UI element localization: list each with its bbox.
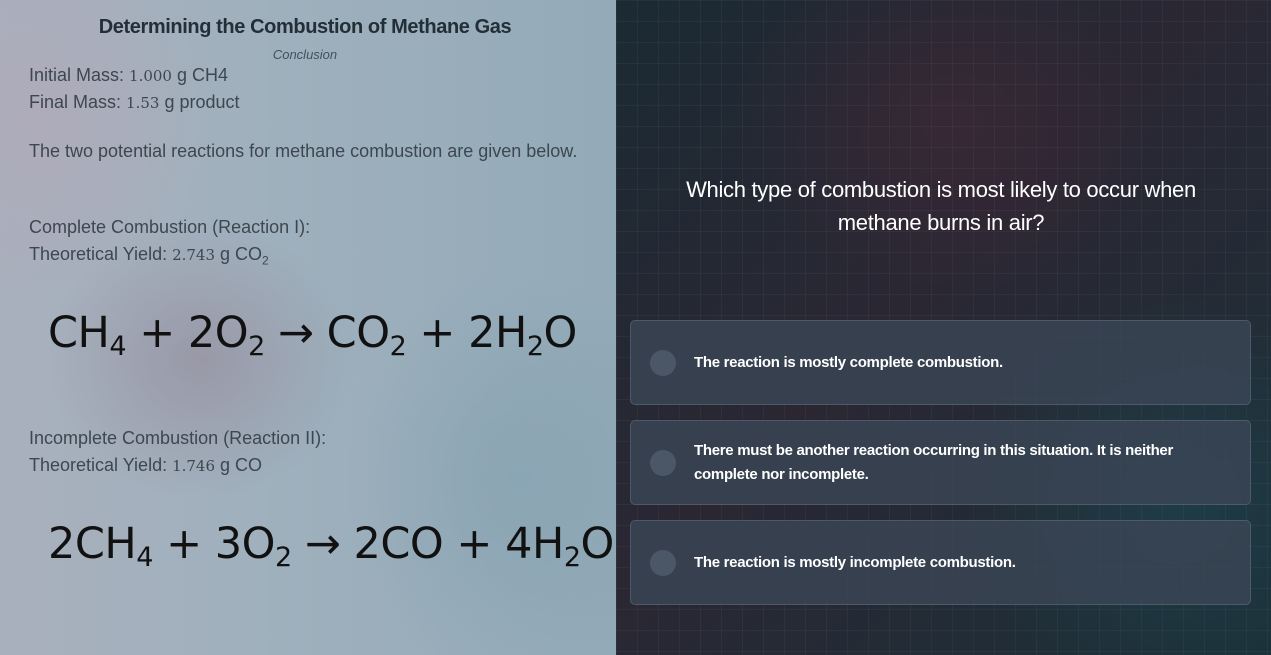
eq1-part: + 2H bbox=[406, 308, 527, 358]
incomplete-theoretical-yield: Theoretical Yield: 1.746 g CO bbox=[29, 452, 262, 480]
document-title: Determining the Combustion of Methane Ga… bbox=[98, 16, 512, 38]
answer-option-complete[interactable]: The reaction is mostly complete combusti… bbox=[630, 320, 1251, 405]
eq1-subscript: 2 bbox=[248, 331, 265, 362]
final-mass-value: 1.53 bbox=[126, 94, 160, 112]
incomplete-combustion-heading: Incomplete Combustion (Reaction II): bbox=[29, 428, 327, 448]
final-mass: Final Mass: 1.53 g product bbox=[29, 89, 240, 117]
eq2-subscript: 2 bbox=[563, 542, 581, 573]
radio-button[interactable] bbox=[650, 550, 676, 576]
reactions-intro: The two potential reactions for methane … bbox=[29, 141, 578, 161]
document-subtitle: Conclusion bbox=[272, 47, 338, 62]
reference-panel: Determining the Combustion of Methane Ga… bbox=[0, 0, 616, 655]
incomplete-combustion-equation: 2CH4 + 3O2 → 2CO + 4H2O bbox=[48, 519, 615, 571]
eq1-subscript: 4 bbox=[109, 331, 127, 362]
complete-yield-unit: g CO bbox=[215, 244, 263, 264]
eq1-part: → CO bbox=[264, 308, 390, 358]
incomplete-yield-unit: g CO bbox=[215, 455, 263, 475]
final-mass-label: Final Mass: bbox=[29, 92, 127, 112]
eq1-part: O bbox=[543, 308, 578, 358]
incomplete-yield-label: Theoretical Yield: bbox=[29, 455, 173, 475]
final-mass-unit: g product bbox=[159, 92, 240, 112]
answer-option-label: The reaction is mostly incomplete combus… bbox=[694, 553, 1016, 571]
eq2-part: → 2CO + 4H bbox=[291, 519, 565, 569]
incomplete-yield-value: 1.746 bbox=[172, 457, 216, 475]
answer-option-incomplete[interactable]: The reaction is mostly incomplete combus… bbox=[630, 520, 1251, 605]
complete-combustion-heading: Complete Combustion (Reaction I): bbox=[29, 217, 311, 237]
complete-yield-value: 2.743 bbox=[172, 246, 216, 264]
eq2-part: O bbox=[580, 519, 615, 569]
radio-button[interactable] bbox=[650, 350, 676, 376]
complete-yield-subscript: 2 bbox=[262, 253, 269, 268]
eq1-subscript: 2 bbox=[526, 331, 544, 362]
eq1-part: + 2O bbox=[126, 308, 249, 358]
eq1-subscript: 2 bbox=[389, 331, 407, 362]
initial-mass-value: 1.000 bbox=[129, 67, 172, 85]
eq2-part: + 3O bbox=[152, 519, 275, 569]
eq2-subscript: 4 bbox=[136, 542, 153, 573]
question-text: Which type of combustion is most likely … bbox=[686, 177, 1196, 235]
answer-option-label: The reaction is mostly complete combusti… bbox=[694, 353, 1003, 371]
eq2-subscript: 2 bbox=[274, 542, 292, 573]
complete-combustion-equation: CH4 + 2O2 → CO2 + 2H2O bbox=[48, 308, 578, 360]
complete-yield-label: Theoretical Yield: bbox=[29, 244, 173, 264]
eq1-part: CH bbox=[48, 308, 110, 358]
question-panel: Which type of combustion is most likely … bbox=[616, 0, 1271, 655]
initial-mass-label: Initial Mass: bbox=[29, 65, 130, 85]
radio-button[interactable] bbox=[650, 450, 676, 476]
answer-option-label: There must be another reaction occurring… bbox=[694, 441, 1174, 483]
eq2-part: 2CH bbox=[48, 519, 137, 569]
complete-theoretical-yield: Theoretical Yield: 2.743 g CO2 bbox=[29, 241, 269, 275]
answer-option-other-reaction[interactable]: There must be another reaction occurring… bbox=[630, 420, 1251, 505]
initial-mass: Initial Mass: 1.000 g CH4 bbox=[29, 62, 228, 90]
initial-mass-unit: g CH4 bbox=[171, 65, 229, 85]
